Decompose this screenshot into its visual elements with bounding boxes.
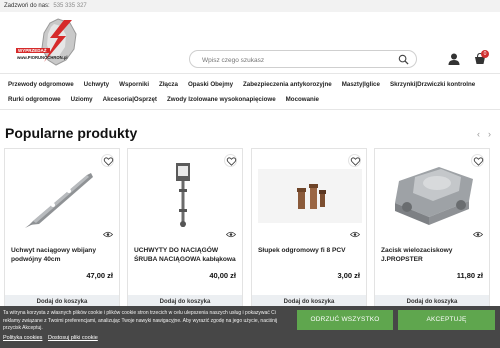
quick-view-icon[interactable]: [103, 231, 113, 238]
top-bar: Zadzwoń do nas: 535 335 327: [0, 0, 500, 12]
accept-button[interactable]: AKCEPTUJĘ: [398, 310, 495, 330]
header: WYPRZEDAŻ www.PIORUNOCHRON.pl 0: [0, 12, 500, 70]
product-price: 3,00 zł: [337, 271, 360, 280]
nav-item-zwody[interactable]: Zwody Izolowane wysokonapięciowe: [167, 96, 276, 103]
cookie-customize-link[interactable]: Dostosuj pliki cookie: [48, 335, 98, 341]
product-card[interactable]: Słupek odgromowy fi 8 PCV 3,00 zł Dodaj …: [251, 148, 367, 310]
nav-item-akcesoria[interactable]: Akcesoria|Osprzęt: [103, 96, 157, 103]
product-price: 11,80 zł: [456, 271, 483, 280]
product-image[interactable]: [11, 161, 115, 229]
nav-item-opaski[interactable]: Opaski Obejmy: [188, 81, 233, 88]
cart-count-badge: 0: [481, 50, 489, 58]
product-image[interactable]: [381, 161, 485, 229]
nav-item-mocowanie[interactable]: Mocowanie: [286, 96, 319, 103]
section-title: Popularne produkty: [5, 125, 138, 141]
product-name[interactable]: Słupek odgromowy fi 8 PCV: [258, 247, 362, 256]
search-bar: [189, 50, 417, 68]
nav-item-uchwyty[interactable]: Uchwyty: [84, 81, 109, 88]
quick-view-icon[interactable]: [350, 231, 360, 238]
cookie-banner: Ta witryna korzysta z własnych plików co…: [0, 306, 500, 348]
product-price: 47,00 zł: [86, 271, 113, 280]
product-card[interactable]: UCHWYTY DO NACIĄGÓW ŚRUBA NACIĄGOWA kabł…: [127, 148, 243, 310]
quick-view-icon[interactable]: [226, 231, 236, 238]
nav-item-zlacza[interactable]: Złącza: [159, 81, 178, 88]
product-image[interactable]: [258, 161, 362, 229]
reject-all-button[interactable]: ODRZUĆ WSZYSTKO: [297, 310, 393, 330]
product-card[interactable]: Zacisk wielozaciskowy J.PROPSTER 11,80 z…: [374, 148, 490, 310]
cookie-text: Ta witryna korzysta z własnych plików co…: [3, 310, 278, 331]
product-name[interactable]: UCHWYTY DO NACIĄGÓW ŚRUBA NACIĄGOWA kabł…: [134, 247, 238, 264]
cookie-policy-link[interactable]: Polityka cookies: [3, 335, 42, 341]
call-label: Zadzwoń do nas:: [4, 3, 50, 9]
nav-row-1: Przewody odgromowe Uchwyty Wsporniki Złą…: [8, 77, 500, 92]
product-name[interactable]: Uchwyt naciągowy wbijany podwójny 40cm: [11, 247, 115, 264]
product-image[interactable]: [134, 161, 238, 229]
search-icon[interactable]: [398, 54, 409, 65]
product-card[interactable]: Uchwyt naciągowy wbijany podwójny 40cm 4…: [4, 148, 120, 310]
site-logo[interactable]: WYPRZEDAŻ www.PIORUNOCHRON.pl: [14, 16, 94, 68]
product-price: 40,00 zł: [209, 271, 236, 280]
logo-banner-text: WYPRZEDAŻ: [18, 47, 47, 53]
nav-item-skrzynki[interactable]: Skrzynki|Drzwiczki kontrolne: [390, 81, 475, 88]
search-input[interactable]: [202, 55, 382, 65]
logo-brand-text: www.PIORUNOCHRON.pl: [16, 55, 68, 60]
carousel-next-icon[interactable]: ›: [488, 129, 491, 139]
nav-item-wsporniki[interactable]: Wsporniki: [119, 81, 149, 88]
nav-item-rurki[interactable]: Rurki odgromowe: [8, 96, 61, 103]
nav-item-zabezpieczenia[interactable]: Zabezpieczenia antykorozyjne: [243, 81, 332, 88]
main-navigation: Przewody odgromowe Uchwyty Wsporniki Złą…: [0, 73, 500, 110]
nav-item-maszty[interactable]: Maszty|Iglice: [342, 81, 380, 88]
nav-item-uziomy[interactable]: Uziomy: [71, 96, 93, 103]
nav-item-przewody[interactable]: Przewody odgromowe: [8, 81, 74, 88]
user-icon[interactable]: [447, 52, 461, 66]
nav-row-2: Rurki odgromowe Uziomy Akcesoria|Osprzęt…: [8, 92, 500, 107]
quick-view-icon[interactable]: [473, 231, 483, 238]
carousel-prev-icon[interactable]: ‹: [477, 129, 480, 139]
phone-number[interactable]: 535 335 327: [53, 3, 86, 9]
cookie-links: Polityka cookies Dostosuj pliki cookie: [3, 335, 102, 341]
product-name[interactable]: Zacisk wielozaciskowy J.PROPSTER: [381, 247, 485, 264]
